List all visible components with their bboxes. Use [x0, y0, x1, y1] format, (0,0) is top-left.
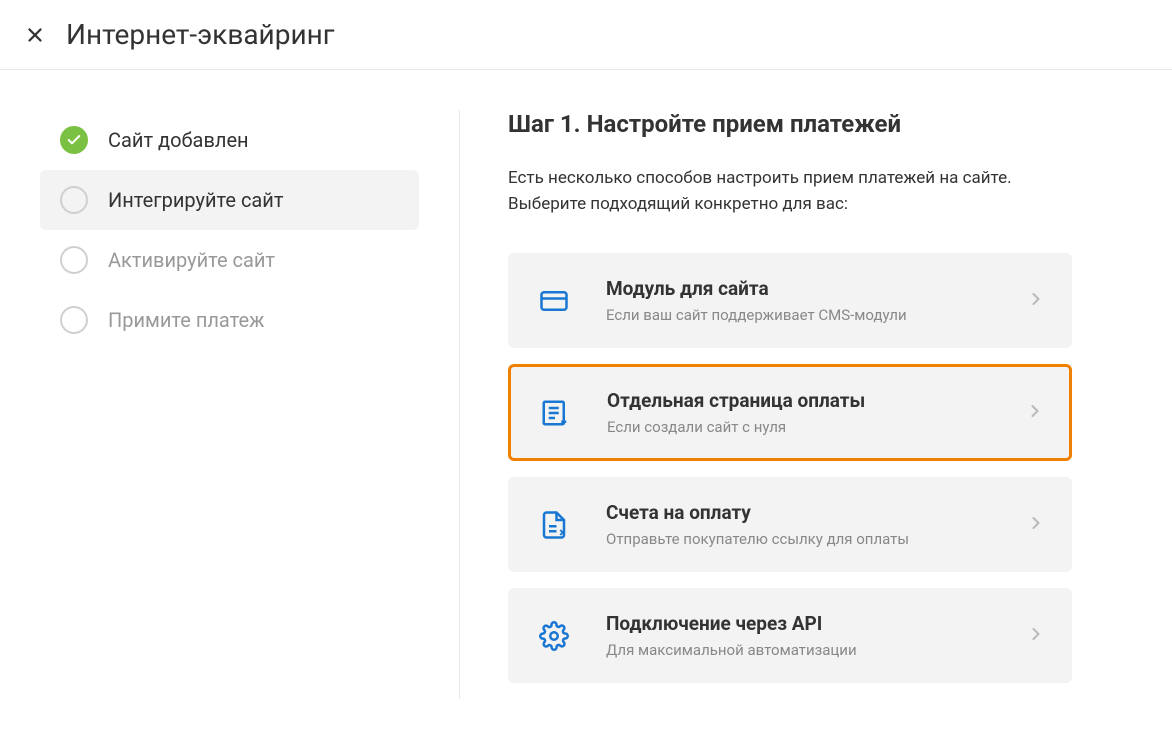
main-title: Шаг 1. Настройте прием платежей: [508, 110, 1072, 138]
checkmark-icon: [66, 132, 82, 148]
step-indicator-done: [60, 126, 88, 154]
gear-icon: [534, 616, 574, 656]
content: Сайт добавлен Интегрируйте сайт Активиру…: [0, 70, 1172, 739]
step-site-added[interactable]: Сайт добавлен: [40, 110, 419, 170]
step-indicator-empty: [60, 306, 88, 334]
step-accept-payment[interactable]: Примите платеж: [40, 290, 419, 350]
option-text: Отдельная страница оплаты Если создали с…: [607, 389, 1025, 436]
step-label: Сайт добавлен: [108, 128, 249, 152]
option-text: Счета на оплату Отправьте покупателю ссы…: [606, 501, 1026, 548]
page-icon: [535, 393, 575, 433]
option-module-for-site[interactable]: Модуль для сайта Если ваш сайт поддержив…: [508, 253, 1072, 348]
step-label: Интегрируйте сайт: [108, 188, 283, 212]
option-text: Подключение через API Для максимальной а…: [606, 612, 1026, 659]
option-invoices[interactable]: Счета на оплату Отправьте покупателю ссы…: [508, 477, 1072, 572]
step-integrate-site[interactable]: Интегрируйте сайт: [40, 170, 419, 230]
chevron-right-icon: [1026, 513, 1046, 537]
step-indicator-empty: [60, 246, 88, 274]
chevron-right-icon: [1025, 401, 1045, 425]
step-label: Активируйте сайт: [108, 248, 275, 272]
page-title: Интернет-эквайринг: [66, 18, 335, 51]
close-button[interactable]: [24, 24, 46, 46]
chevron-right-icon: [1026, 624, 1046, 648]
invoice-icon: [534, 505, 574, 545]
option-title: Подключение через API: [606, 612, 1026, 635]
card-icon: [534, 281, 574, 321]
option-subtitle: Если создали сайт с нуля: [607, 418, 1025, 436]
option-title: Счета на оплату: [606, 501, 1026, 524]
option-api-connection[interactable]: Подключение через API Для максимальной а…: [508, 588, 1072, 683]
option-title: Модуль для сайта: [606, 277, 1026, 300]
step-indicator-empty: [60, 186, 88, 214]
close-icon: [24, 24, 46, 46]
step-activate-site[interactable]: Активируйте сайт: [40, 230, 419, 290]
main: Шаг 1. Настройте прием платежей Есть нес…: [460, 110, 1172, 699]
option-payment-page[interactable]: Отдельная страница оплаты Если создали с…: [508, 364, 1072, 461]
header: Интернет-эквайринг: [0, 0, 1172, 70]
option-subtitle: Отправьте покупателю ссылку для оплаты: [606, 530, 1026, 548]
option-subtitle: Если ваш сайт поддерживает CMS-модули: [606, 306, 1026, 324]
option-text: Модуль для сайта Если ваш сайт поддержив…: [606, 277, 1026, 324]
chevron-right-icon: [1026, 289, 1046, 313]
sidebar: Сайт добавлен Интегрируйте сайт Активиру…: [40, 110, 460, 699]
step-label: Примите платеж: [108, 308, 264, 332]
option-subtitle: Для максимальной автоматизации: [606, 641, 1026, 659]
main-description: Есть несколько способов настроить прием …: [508, 166, 1072, 217]
option-title: Отдельная страница оплаты: [607, 389, 1025, 412]
